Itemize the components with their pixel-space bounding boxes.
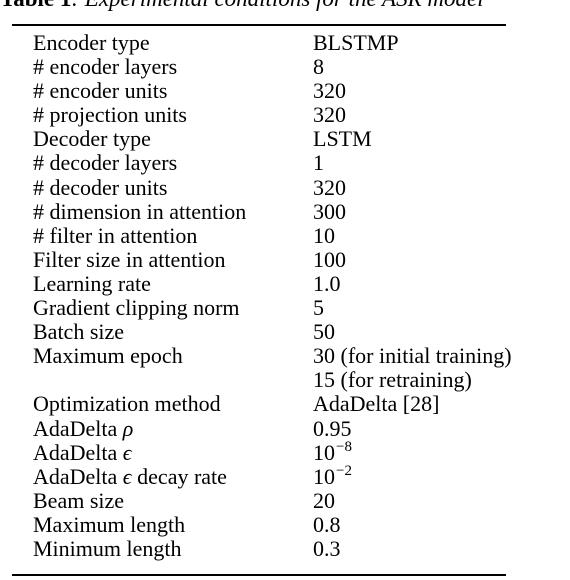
value-cell: 300 bbox=[313, 198, 346, 224]
table-row: Encoder type BLSTMP bbox=[0, 31, 570, 55]
value-cell: 320 bbox=[313, 102, 346, 128]
value-exponent: −8 bbox=[336, 438, 352, 455]
caption-text: : Experimental conditions for the ASR mo… bbox=[71, 0, 483, 11]
param-prefix: AdaDelta bbox=[33, 463, 123, 489]
param-cell: # encoder layers bbox=[33, 54, 178, 80]
rho-symbol: ρ bbox=[122, 415, 134, 441]
param-cell: Learning rate bbox=[33, 270, 151, 296]
table-row: Beam size 20 bbox=[0, 487, 570, 513]
param-cell: Decoder type bbox=[33, 126, 151, 152]
value-cell: 0.3 bbox=[313, 535, 341, 561]
epsilon-symbol: ϵ bbox=[122, 439, 132, 465]
table-caption: Table 1: Experimental conditions for the… bbox=[0, 0, 570, 11]
param-cell: Minimum length bbox=[33, 535, 182, 561]
value-cell: LSTM bbox=[313, 126, 372, 152]
table-row: Optimization method AdaDelta [28] bbox=[0, 392, 570, 416]
param-cell: # encoder units bbox=[33, 78, 168, 104]
caption-label: Table 1 bbox=[0, 0, 71, 11]
table-row: # decoder units 320 bbox=[0, 174, 570, 200]
param-cell: Maximum epoch bbox=[33, 343, 183, 369]
param-cell: # filter in attention bbox=[33, 222, 198, 248]
param-cell: # projection units bbox=[33, 102, 187, 128]
param-cell: Beam size bbox=[33, 487, 125, 513]
value-cell: 8 bbox=[313, 54, 324, 80]
param-cell: Filter size in attention bbox=[33, 246, 226, 272]
param-cell: Gradient clipping norm bbox=[33, 295, 240, 321]
param-cell: AdaDelta ϵ decay rate bbox=[33, 463, 227, 489]
value-cell: 50 bbox=[313, 319, 335, 345]
value-exponent: −2 bbox=[336, 462, 352, 479]
table-row: AdaDelta ϵ decay rate 10−2 bbox=[0, 462, 570, 489]
value-cell: AdaDelta [28] bbox=[313, 391, 440, 417]
param-prefix: AdaDelta bbox=[33, 415, 123, 441]
table-row: # decoder layers 1 bbox=[0, 151, 570, 175]
bottom-rule bbox=[12, 574, 506, 576]
param-suffix: decay rate bbox=[131, 463, 227, 489]
value-base: 10 bbox=[313, 463, 335, 489]
value-cell: 0.95 bbox=[313, 415, 352, 441]
param-cell: AdaDelta ϵ bbox=[33, 439, 132, 465]
table-row: # dimension in attention 300 bbox=[0, 198, 570, 224]
param-cell: Batch size bbox=[33, 319, 125, 345]
value-cell: 30 (for initial training) bbox=[313, 343, 512, 369]
param-cell: Encoder type bbox=[33, 30, 150, 55]
value-cell: 5 bbox=[313, 295, 324, 321]
param-cell: Optimization method bbox=[33, 391, 221, 417]
value-cell: 1 bbox=[313, 150, 324, 176]
value-cell: 100 bbox=[313, 246, 346, 272]
table-row: # projection units 320 bbox=[0, 103, 570, 127]
param-cell: # dimension in attention bbox=[33, 198, 247, 224]
value-cell: 15 (for retraining) bbox=[313, 367, 472, 393]
param-cell: # decoder units bbox=[33, 174, 168, 200]
table-row: AdaDelta ρ 0.95 bbox=[0, 415, 570, 441]
top-rule bbox=[12, 24, 506, 26]
value-cell: 0.8 bbox=[313, 511, 341, 537]
table-row: Batch size 50 bbox=[0, 320, 570, 344]
experimental-conditions-table: Encoder type BLSTMP # encoder layers 8 # e… bbox=[0, 31, 570, 561]
value-cell: 20 bbox=[313, 487, 335, 513]
table-row: # encoder layers 8 bbox=[0, 55, 570, 79]
value-cell: 1.0 bbox=[313, 270, 341, 296]
value-cell: BLSTMP bbox=[313, 30, 399, 55]
table-row: Maximum length 0.8 bbox=[0, 511, 570, 537]
table-row: Learning rate 1.0 bbox=[0, 270, 570, 296]
value-cell: 10 bbox=[313, 222, 335, 248]
param-cell: AdaDelta ρ bbox=[33, 415, 134, 441]
param-cell: Maximum length bbox=[33, 511, 186, 537]
table-row-continuation: 15 (for retraining) bbox=[0, 368, 570, 392]
epsilon-symbol: ϵ bbox=[122, 463, 132, 489]
table-row: Maximum epoch 30 (for initial training) bbox=[0, 344, 570, 368]
table-row: # encoder units 320 bbox=[0, 79, 570, 103]
table-row: # filter in attention 10 bbox=[0, 222, 570, 248]
table-row: AdaDelta ϵ 10−8 bbox=[0, 438, 570, 465]
table-row: Gradient clipping norm 5 bbox=[0, 296, 570, 320]
table-row: Minimum length 0.3 bbox=[0, 535, 570, 561]
value-cell: 320 bbox=[313, 78, 346, 104]
table-row: Filter size in attention 100 bbox=[0, 246, 570, 272]
table-row: Decoder type LSTM bbox=[0, 127, 570, 151]
value-base: 10 bbox=[313, 439, 335, 465]
value-cell: 320 bbox=[313, 174, 346, 200]
param-cell: # decoder layers bbox=[33, 150, 178, 176]
param-prefix: AdaDelta bbox=[33, 439, 123, 465]
